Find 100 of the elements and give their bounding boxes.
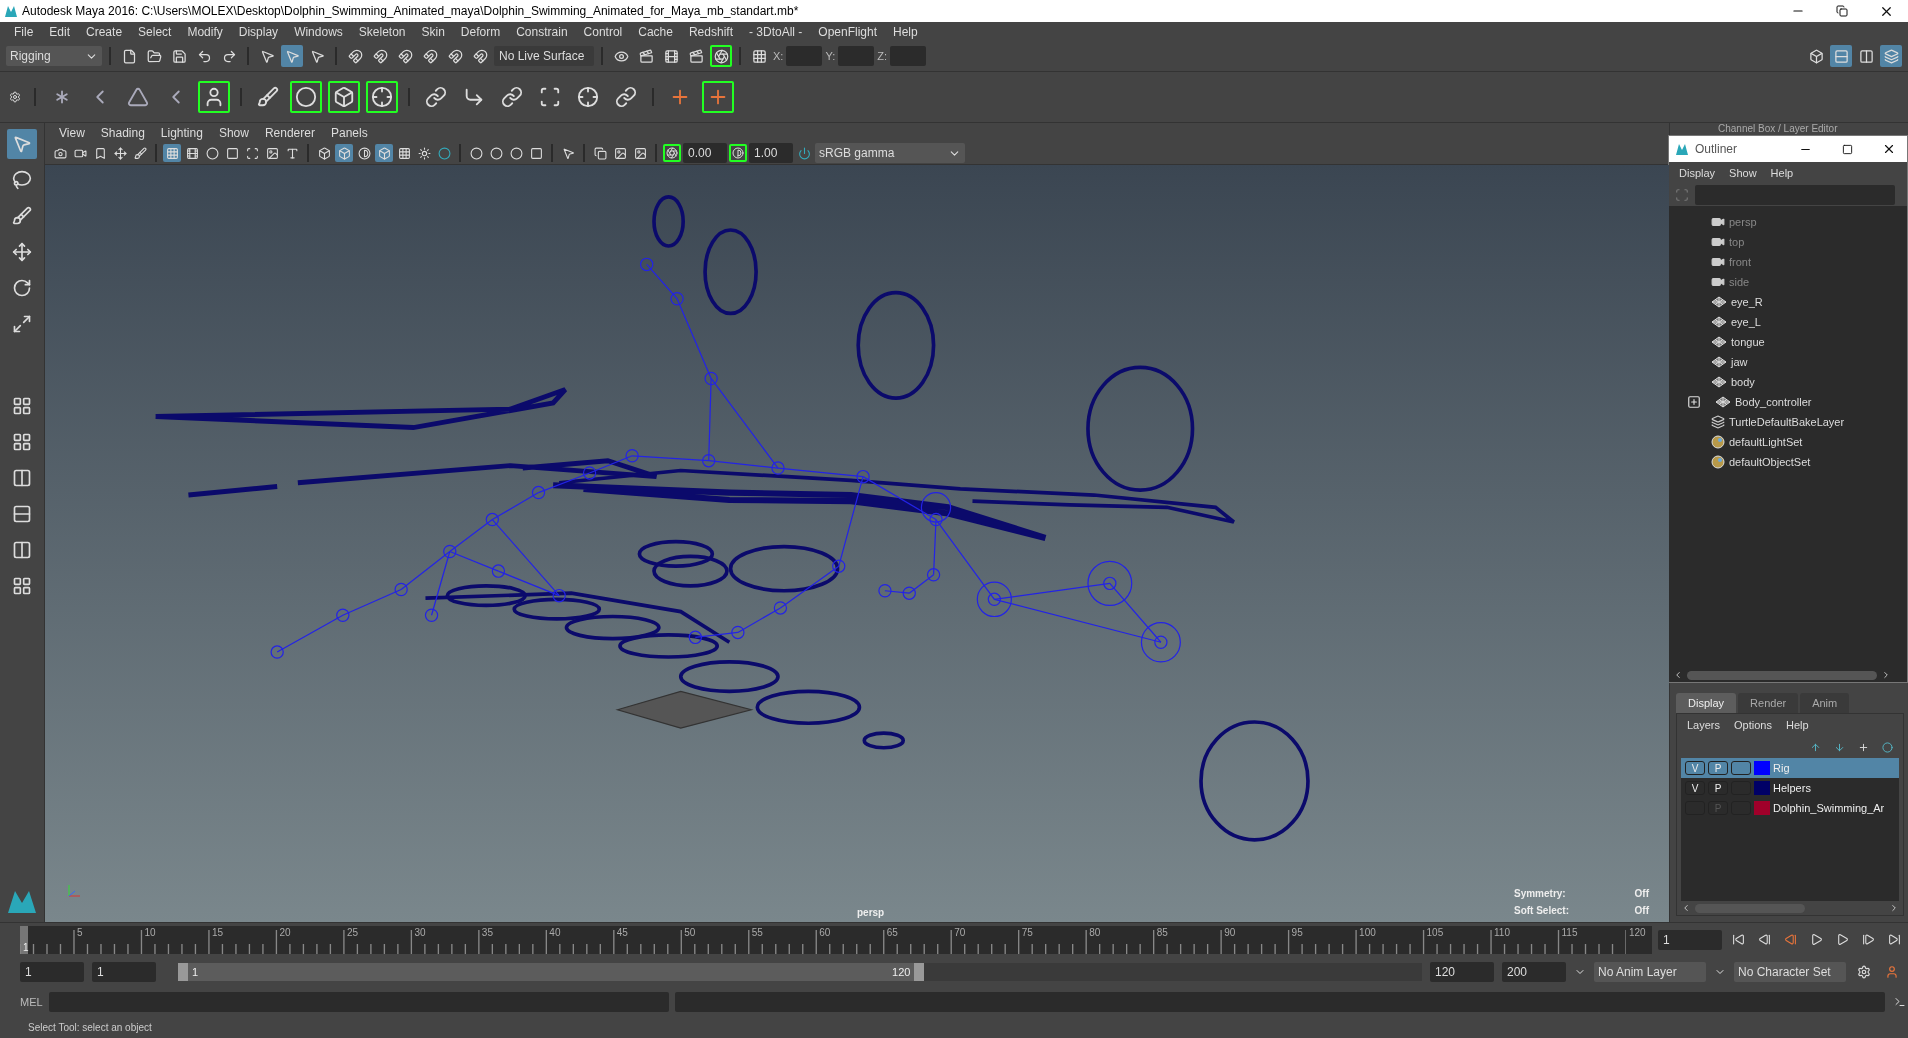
current-frame-marker[interactable] — [20, 925, 28, 954]
exposure-field[interactable]: 0.00 — [683, 143, 727, 163]
circle-icon[interactable] — [203, 144, 221, 162]
menu-item[interactable]: Skeleton — [350, 24, 414, 39]
panel-menu-item[interactable]: View — [51, 125, 93, 140]
box-icon[interactable] — [375, 144, 393, 162]
outliner-item[interactable]: defaultObjectSet — [1669, 452, 1907, 472]
layer-editor-tab[interactable]: Display — [1676, 693, 1737, 713]
outliner-item[interactable]: jaw — [1669, 352, 1907, 372]
layer-row[interactable]: V P Helpers — [1681, 778, 1899, 798]
outliner-menu-item[interactable]: Show — [1729, 167, 1757, 179]
menu-item[interactable]: Skin — [413, 24, 453, 39]
layer-menu-item[interactable]: Options — [1734, 719, 1772, 731]
scroll-left-icon[interactable] — [1681, 903, 1691, 913]
list-icon[interactable] — [1830, 45, 1852, 67]
plus-icon[interactable] — [702, 81, 734, 113]
outliner-item[interactable]: eye_R — [1669, 292, 1907, 312]
anim-layer-dropdown[interactable]: No Anim Layer — [1594, 962, 1706, 982]
panel-menu-item[interactable]: Shading — [92, 125, 153, 140]
outliner-item[interactable]: side — [1669, 272, 1907, 292]
time-slider[interactable]: 1 5 10 15 20 25 30 35 40 45 50 55 60 65 70 75 80 85 90 95 100 105 110 115 120 — [20, 925, 1652, 954]
gamma-field[interactable]: 1.00 — [749, 143, 793, 163]
menu-item[interactable]: OpenFlight — [810, 24, 885, 39]
command-input-field[interactable] — [48, 992, 669, 1012]
range-slider[interactable]: 1 120 — [178, 963, 1422, 981]
layer-menu-item[interactable]: Help — [1785, 719, 1809, 731]
live-surface-field[interactable]: No Live Surface — [494, 46, 594, 66]
box-icon[interactable] — [328, 81, 360, 113]
visibility-toggle[interactable]: V — [1685, 761, 1705, 775]
outliner-item[interactable]: defaultLightSet — [1669, 432, 1907, 452]
visibility-toggle[interactable]: V — [1685, 781, 1705, 795]
coordinate-field[interactable] — [890, 46, 926, 66]
contrast-icon[interactable] — [355, 144, 373, 162]
outliner-item[interactable]: front — [1669, 252, 1907, 272]
playback-end-field[interactable]: 120 — [1430, 962, 1494, 982]
menu-item[interactable]: Cache — [630, 24, 681, 39]
circle-icon[interactable] — [467, 144, 485, 162]
select-icon[interactable] — [7, 129, 37, 159]
box-icon[interactable] — [335, 144, 353, 162]
layer-menu-item[interactable]: Layers — [1687, 719, 1721, 731]
scrollbar-thumb[interactable] — [1687, 670, 1877, 680]
outliner-item[interactable]: eye_L — [1669, 312, 1907, 332]
outliner-menu-item[interactable]: Help — [1770, 167, 1794, 179]
circle-icon[interactable] — [435, 144, 453, 162]
crosshair-icon[interactable] — [366, 81, 398, 113]
circle-icon[interactable] — [507, 144, 525, 162]
move-icon[interactable] — [111, 144, 129, 162]
aperture-icon[interactable] — [663, 144, 681, 162]
outliner-item[interactable]: top — [1669, 232, 1907, 252]
outliner-item[interactable]: body — [1669, 372, 1907, 392]
menu-item[interactable]: - 3DtoAll - — [740, 24, 811, 39]
panel-menu-item[interactable]: Lighting — [152, 125, 211, 140]
panel-menu-item[interactable]: Panels — [322, 125, 376, 140]
pointer-icon[interactable] — [281, 45, 303, 67]
layer-editor-tab[interactable]: Render — [1738, 693, 1799, 713]
outliner-item[interactable]: Body_controller — [1669, 392, 1907, 412]
layer-row[interactable]: V P Rig — [1681, 758, 1899, 778]
menu-item[interactable]: Deform — [452, 24, 509, 39]
scroll-left-icon[interactable] — [1673, 670, 1683, 680]
panel-menu-item[interactable]: Show — [210, 125, 257, 140]
outliner-item[interactable]: tongue — [1669, 332, 1907, 352]
menu-item[interactable]: Modify — [179, 24, 231, 39]
color-space-dropdown[interactable]: sRGB gamma — [815, 143, 965, 163]
character-set-dropdown[interactable]: No Character Set — [1734, 962, 1846, 982]
menu-item[interactable]: Create — [78, 24, 131, 39]
layers-icon[interactable] — [1880, 45, 1902, 67]
coordinate-field[interactable] — [838, 46, 875, 66]
contrast-icon[interactable] — [729, 144, 747, 162]
coordinate-field[interactable] — [786, 46, 823, 66]
aperture-icon[interactable] — [710, 45, 732, 67]
menu-item[interactable]: Display — [230, 24, 287, 39]
brush-icon[interactable] — [131, 144, 149, 162]
copy-icon[interactable] — [591, 144, 609, 162]
menu-item[interactable]: Redshift — [680, 24, 741, 39]
panel-menu-item[interactable]: Renderer — [256, 125, 323, 140]
layer-editor-tab[interactable]: Anim — [1800, 693, 1850, 713]
figure-icon[interactable] — [198, 81, 230, 113]
end-frame-field[interactable]: 200 — [1502, 962, 1566, 982]
menu-set-dropdown[interactable]: Rigging — [6, 46, 102, 66]
menu-item[interactable]: Constrain — [508, 24, 576, 39]
menu-item[interactable]: Help — [885, 24, 926, 39]
menu-item[interactable]: File — [6, 24, 42, 39]
scroll-right-icon[interactable] — [1881, 670, 1891, 680]
command-language-label[interactable]: MEL — [20, 996, 43, 1008]
reference-toggle[interactable] — [1731, 761, 1751, 775]
circle-icon[interactable] — [487, 144, 505, 162]
circle-icon[interactable] — [1879, 739, 1895, 755]
playback-start-field[interactable]: 1 — [92, 962, 156, 982]
sun-icon[interactable] — [415, 144, 433, 162]
grid-icon[interactable] — [163, 144, 181, 162]
outliner-menu-item[interactable]: Display — [1679, 167, 1716, 179]
outliner-item[interactable]: persp — [1669, 212, 1907, 232]
start-frame-field[interactable]: 1 — [20, 962, 84, 982]
outliner-item[interactable]: TurtleDefaultBakeLayer — [1669, 412, 1907, 432]
current-frame-field[interactable]: 1 — [1658, 929, 1722, 950]
expand-icon[interactable] — [1687, 395, 1701, 409]
filter-field[interactable] — [1695, 185, 1895, 205]
menu-item[interactable]: Edit — [41, 24, 79, 39]
scroll-right-icon[interactable] — [1889, 903, 1899, 913]
playback-toggle[interactable]: P — [1708, 781, 1728, 795]
